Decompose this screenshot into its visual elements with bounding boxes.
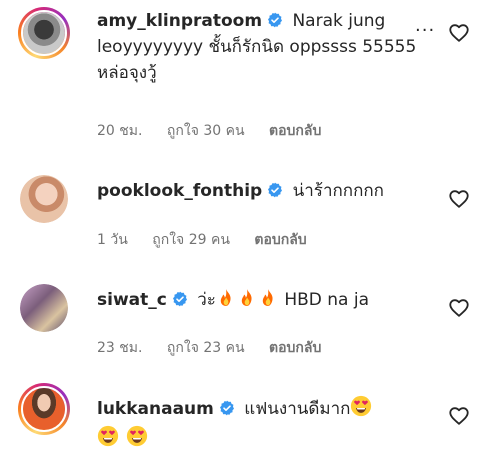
heart-outline-icon[interactable] (448, 188, 470, 210)
comment-time: 20 ชม. (97, 123, 143, 139)
comment-username[interactable]: amy_klinpratoom (97, 11, 262, 31)
comment-username[interactable]: siwat_c (97, 290, 167, 310)
reply-button[interactable]: ตอบกลับ (254, 232, 306, 248)
verified-badge-icon (267, 182, 283, 198)
verified-badge-icon (219, 400, 235, 416)
heart-eyes-emoji (126, 425, 148, 447)
avatar[interactable] (18, 7, 70, 59)
comment-text: HBD na ja (284, 290, 370, 310)
comment-text: แฟนงานดีมาก (244, 399, 351, 419)
comment-text: ว่ะ (197, 290, 216, 310)
comment-time: 1 วัน (97, 232, 128, 248)
comment-username[interactable]: pooklook_fonthip (97, 181, 262, 201)
avatar[interactable] (18, 383, 70, 435)
heart-eyes-emoji (97, 425, 119, 447)
reply-button[interactable]: ตอบกลับ (269, 340, 321, 356)
heart-outline-icon[interactable] (448, 405, 470, 427)
fire-emoji (258, 288, 278, 308)
likes-count[interactable]: ถูกใจ 23 คน (167, 340, 245, 356)
more-options-icon[interactable]: ··· (415, 20, 435, 41)
fire-emoji (216, 288, 236, 308)
verified-badge-icon (172, 291, 188, 307)
verified-badge-icon (267, 12, 283, 28)
avatar[interactable] (20, 284, 68, 332)
comment-text: น่าร้ากกกกก (292, 181, 384, 201)
comment-time: 23 ชม. (97, 340, 143, 356)
heart-outline-icon[interactable] (448, 297, 470, 319)
reply-button[interactable]: ตอบกลับ (269, 123, 321, 139)
fire-emoji (237, 288, 257, 308)
heart-outline-icon[interactable] (448, 22, 470, 44)
likes-count[interactable]: ถูกใจ 30 คน (167, 123, 245, 139)
avatar[interactable] (20, 175, 68, 223)
likes-count[interactable]: ถูกใจ 29 คน (152, 232, 230, 248)
heart-eyes-emoji (350, 395, 372, 417)
comment-username[interactable]: lukkanaaum (97, 399, 214, 419)
